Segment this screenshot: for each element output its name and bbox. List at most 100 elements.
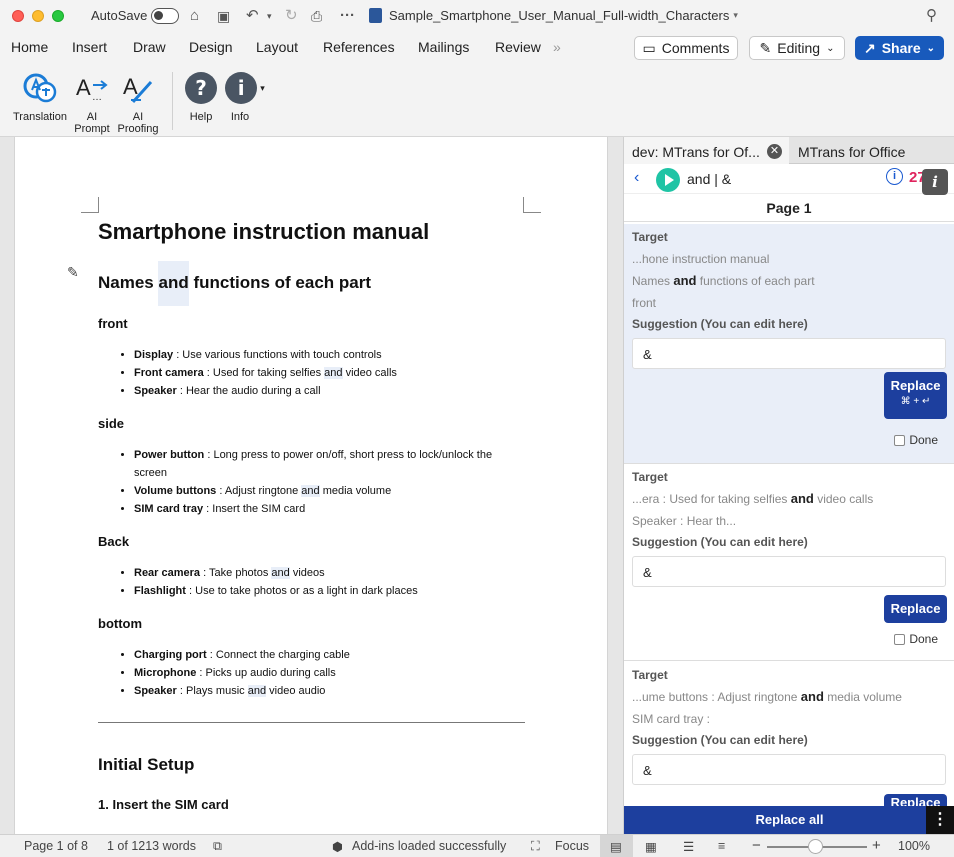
play-icon[interactable] bbox=[656, 168, 680, 192]
tab-draw[interactable]: Draw bbox=[133, 39, 166, 55]
list-item: Display : Use various functions with tou… bbox=[134, 346, 534, 364]
heading-text: Names bbox=[98, 273, 159, 292]
replace-all-button[interactable]: Replace all bbox=[624, 806, 954, 834]
tab-review[interactable]: Review bbox=[495, 39, 541, 55]
group-heading-front: front bbox=[98, 316, 128, 331]
tab-home[interactable]: Home bbox=[11, 39, 48, 55]
share-icon: ↗ bbox=[863, 39, 876, 56]
proofing-icon[interactable]: ⧉ bbox=[213, 839, 222, 854]
done-checkbox[interactable]: Done bbox=[894, 433, 938, 447]
horizontal-rule bbox=[98, 722, 525, 723]
group-heading-side: side bbox=[98, 416, 125, 431]
section-heading-names: Names and functions of each part bbox=[98, 261, 372, 306]
list-item: Speaker : Plays music and video audio bbox=[134, 682, 534, 700]
group-heading-back: Back bbox=[98, 534, 130, 549]
comment-icon: ▭ bbox=[642, 39, 656, 56]
tab-insert[interactable]: Insert bbox=[72, 39, 107, 55]
svg-text:…: … bbox=[92, 92, 102, 103]
tab-mailings[interactable]: Mailings bbox=[418, 39, 469, 55]
target-context: ...era : Used for taking selfies and vid… bbox=[632, 491, 874, 506]
home-icon[interactable]: ⌂ bbox=[190, 6, 199, 26]
undo-dropdown-chevron-icon[interactable]: ▾ bbox=[267, 6, 272, 26]
document-title-heading: Smartphone instruction manual bbox=[98, 219, 430, 244]
info-label: Info bbox=[230, 111, 250, 123]
comments-button[interactable]: ▭ Comments bbox=[634, 36, 738, 60]
redo-icon[interactable]: ↻ bbox=[285, 6, 298, 26]
web-layout-icon[interactable]: ▦ bbox=[645, 839, 657, 854]
help-icon: ? bbox=[185, 72, 217, 104]
editing-label: Editing bbox=[777, 40, 821, 56]
replace-button[interactable]: Replace ⌘ + ↵ bbox=[884, 372, 947, 419]
undo-icon[interactable]: ↶ bbox=[246, 6, 259, 26]
kebab-menu-icon[interactable]: ⋮ bbox=[926, 806, 954, 834]
focus-icon[interactable]: ⛶ bbox=[531, 839, 540, 854]
outline-icon[interactable]: ☰ bbox=[683, 839, 694, 854]
editing-mode-button[interactable]: ✎ Editing ⌄ bbox=[749, 36, 845, 60]
status-bar: Page 1 of 8 1 of 1213 words ⧉ ⬢ Add-ins … bbox=[0, 834, 954, 857]
list-item: Power button : Long press to power on/of… bbox=[134, 446, 524, 482]
section-heading-initial-setup: Initial Setup bbox=[98, 755, 195, 774]
share-button[interactable]: ↗ Share ⌄ bbox=[855, 36, 944, 60]
minimize-window-button[interactable] bbox=[32, 10, 44, 22]
svg-text:A: A bbox=[76, 75, 91, 100]
title-bar: AutoSave ⌂ ▣ ↶ ▾ ↻ ⎙ ··· Sample_Smartpho… bbox=[0, 0, 954, 32]
suggestion-input[interactable]: & bbox=[632, 754, 946, 785]
help-label: Help bbox=[189, 111, 213, 123]
page-count[interactable]: Page 1 of 8 bbox=[24, 839, 88, 853]
target-context: ...hone instruction manual bbox=[632, 252, 770, 266]
tab-layout[interactable]: Layout bbox=[256, 39, 298, 55]
more-icon[interactable]: ··· bbox=[340, 6, 355, 26]
zoom-level[interactable]: 100% bbox=[898, 839, 930, 853]
translation-button[interactable]: Translation bbox=[10, 70, 70, 123]
word-document-icon bbox=[369, 8, 382, 23]
word-count[interactable]: 1 of 1213 words bbox=[107, 839, 196, 853]
search-icon[interactable]: ⚲ bbox=[926, 6, 937, 26]
list-item: Rear camera : Take photos and videos bbox=[134, 564, 534, 582]
chevron-down-icon: ▾ bbox=[260, 83, 265, 93]
suggestion-label: Suggestion (You can edit here) bbox=[632, 317, 808, 331]
ai-edit-marker-icon[interactable]: ✎ bbox=[67, 264, 79, 281]
suggestion-input[interactable]: & bbox=[632, 556, 946, 587]
done-checkbox[interactable]: Done bbox=[894, 632, 938, 646]
zoom-window-button[interactable] bbox=[52, 10, 64, 22]
zoom-slider-handle[interactable] bbox=[808, 839, 823, 854]
zoom-out-icon[interactable]: − bbox=[752, 837, 761, 854]
done-label: Done bbox=[909, 433, 938, 447]
info-badge-icon[interactable]: i bbox=[922, 169, 948, 195]
focus-label[interactable]: Focus bbox=[555, 839, 589, 853]
suggestion-input[interactable]: & bbox=[632, 338, 946, 369]
ai-prompt-button[interactable]: A… AI Prompt bbox=[72, 70, 112, 135]
help-button[interactable]: ? Help bbox=[184, 70, 218, 123]
print-icon[interactable]: ⎙ bbox=[311, 6, 322, 26]
checkbox-icon bbox=[894, 633, 906, 645]
replace-button[interactable]: Replace bbox=[884, 595, 947, 623]
comments-label: Comments bbox=[661, 40, 730, 56]
target-context: SIM card tray : bbox=[632, 712, 711, 726]
addins-icon: ⬢ bbox=[332, 840, 343, 854]
draft-icon[interactable]: ≡ bbox=[718, 839, 725, 853]
save-icon[interactable]: ▣ bbox=[217, 6, 230, 26]
pane-tab-label: dev: MTrans for Of... bbox=[632, 144, 760, 160]
info-button[interactable]: i ▾ Info bbox=[222, 70, 268, 123]
heading-text: functions of each part bbox=[188, 273, 372, 292]
tab-references[interactable]: References bbox=[323, 39, 395, 55]
back-chevron-icon[interactable]: ‹ bbox=[634, 169, 639, 187]
autosave-toggle[interactable] bbox=[151, 8, 179, 24]
replace-button[interactable]: Replace bbox=[884, 794, 947, 806]
ai-prompt-label: AI Prompt bbox=[74, 111, 110, 135]
target-context: front bbox=[632, 296, 657, 310]
pane-tab-mtrans[interactable]: MTrans for Office bbox=[798, 144, 905, 160]
ai-proofing-label: AI Proofing bbox=[117, 111, 159, 135]
list-item: Flashlight : Use to take photos or as a … bbox=[134, 582, 534, 600]
list-item: SIM card tray : Insert the SIM card bbox=[134, 500, 524, 518]
document-page[interactable]: ✎ Smartphone instruction manual Names an… bbox=[14, 137, 608, 834]
tab-design[interactable]: Design bbox=[189, 39, 233, 55]
zoom-in-icon[interactable]: + bbox=[872, 837, 881, 854]
close-window-button[interactable] bbox=[12, 10, 24, 22]
tabs-overflow-icon[interactable]: » bbox=[553, 39, 561, 55]
close-tab-icon[interactable]: ✕ bbox=[767, 144, 782, 159]
pane-tab-dev[interactable]: dev: MTrans for Of... bbox=[624, 137, 789, 164]
ai-proofing-button[interactable]: A AI Proofing bbox=[116, 70, 160, 135]
info-circle-icon[interactable]: i bbox=[886, 168, 903, 185]
document-title[interactable]: Sample_Smartphone_User_Manual_Full-width… bbox=[369, 8, 738, 23]
